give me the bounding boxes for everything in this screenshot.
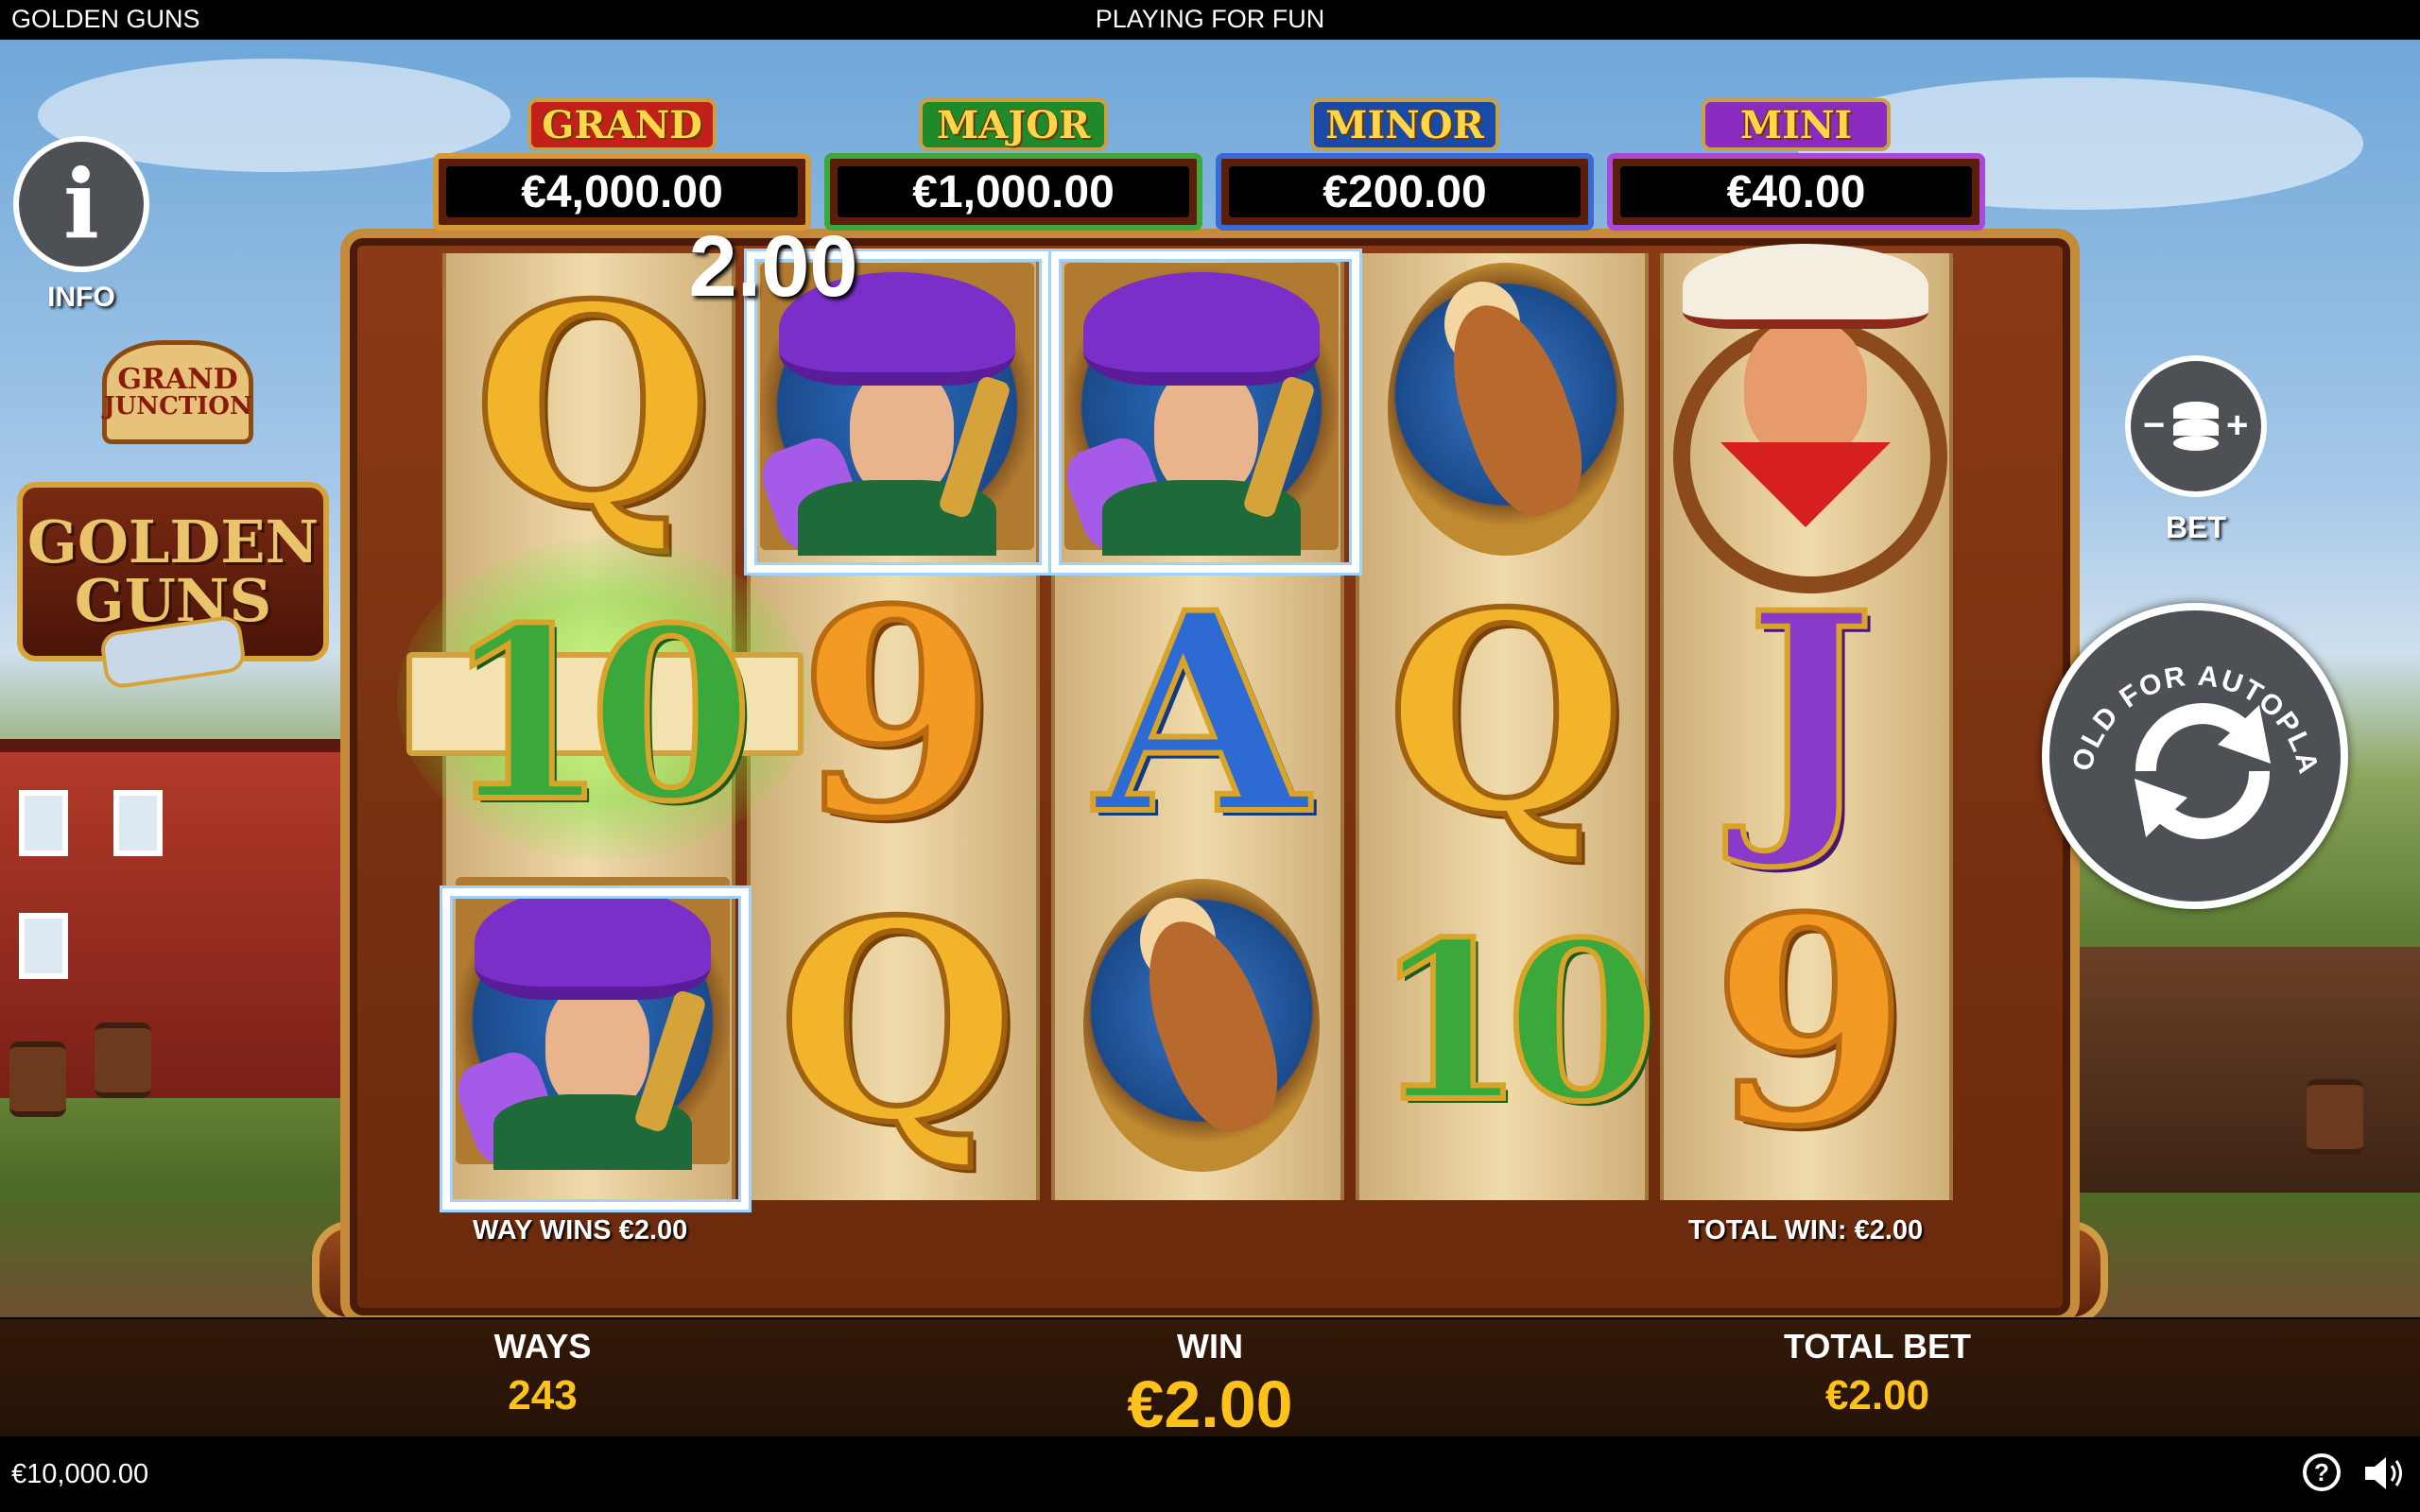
symbol-glyph: J [1742, 554, 1877, 875]
total-bet-label: TOTAL BET [1784, 1327, 1971, 1366]
symbol-9: 9 [1664, 869, 1957, 1176]
reel-5: J 9 [1660, 244, 1953, 1200]
help-icon[interactable]: ? [2303, 1453, 2341, 1491]
symbol-glyph: 10 [441, 576, 756, 853]
ways-display: WAYS 243 [448, 1327, 637, 1419]
symbol-glyph: Q [1384, 554, 1629, 875]
grand-junction-badge: GRAND JUNCTION [102, 340, 253, 444]
bet-label: BET [2166, 510, 2226, 544]
cowboy-hat [1683, 244, 1928, 329]
jackpot-label: MINI [1702, 98, 1891, 151]
top-bar: GOLDEN GUNS PLAYING FOR FUN [0, 0, 2420, 40]
jackpot-label: MINOR [1310, 98, 1499, 151]
bottom-bar: €10,000.00 ? [0, 1438, 2420, 1512]
jackpot-box: €200.00 [1216, 153, 1594, 231]
reel-win-amount: 2.00 [688, 218, 858, 315]
coins-stack-icon: − + [2143, 402, 2248, 451]
info-button[interactable]: i [13, 136, 149, 272]
barrel [2307, 1079, 2363, 1155]
svg-text:+: + [2226, 404, 2248, 446]
balance-value: €10,000.00 [11, 1459, 149, 1489]
jackpot-value: €1,000.00 [838, 166, 1189, 217]
barrel [9, 1041, 66, 1117]
building-window [113, 790, 163, 856]
symbol-glyph: Q [775, 862, 1020, 1183]
symbol-glyph: A [1092, 554, 1310, 875]
jackpot-mini: MINI €40.00 [1607, 98, 1985, 231]
symbol-glyph: 9 [1709, 855, 1912, 1189]
jackpot-label: GRAND [527, 98, 717, 151]
building-right [2061, 947, 2420, 1193]
symbol-10: 10 [1359, 869, 1660, 1176]
bottom-info-panel: WAYS 243 WIN €2.00 TOTAL BET €2.00 [0, 1319, 2420, 1441]
horse-portrait [1083, 879, 1320, 1172]
symbol-horse [1055, 869, 1348, 1176]
jackpot-value: €200.00 [1229, 166, 1581, 217]
play-mode-label: PLAYING FOR FUN [1095, 5, 1325, 33]
win-highlight-box [1051, 251, 1359, 573]
symbol-glyph: 9 [796, 547, 999, 881]
symbol-glyph: Q [471, 246, 716, 567]
svg-text:−: − [2143, 404, 2165, 446]
jackpot-major: MAJOR €1,000.00 [824, 98, 1202, 231]
symbol-10-highlighted: 10 [441, 561, 756, 868]
help-symbol: ? [2314, 1457, 2329, 1486]
ways-value: 243 [508, 1372, 578, 1418]
symbol-q: Q [1359, 561, 1652, 868]
spin-autoplay-button[interactable]: HOLD FOR AUTOPLAY [2042, 603, 2348, 909]
horse-portrait [1388, 263, 1624, 556]
jackpot-label: MAJOR [919, 98, 1108, 151]
logo-title: GUNS [74, 566, 272, 635]
total-bet-value: €2.00 [1824, 1372, 1930, 1418]
total-bet-display: TOTAL BET €2.00 [1736, 1327, 2019, 1419]
game-logo: GRAND JUNCTION GOLDEN GUNS [17, 340, 329, 718]
jackpot-box: €40.00 [1607, 153, 1985, 231]
symbol-q: Q [751, 869, 1044, 1176]
jackpot-value: €4,000.00 [446, 166, 798, 217]
symbol-horse [1359, 253, 1652, 559]
building-window [19, 913, 68, 979]
symbol-cowboy [1664, 244, 1957, 593]
jackpot-box: €1,000.00 [824, 153, 1202, 231]
sound-icon[interactable] [2361, 1452, 2407, 1495]
jackpot-grand: GRAND €4,000.00 [433, 98, 811, 231]
way-wins-text: WAY WINS €2.00 [473, 1215, 688, 1246]
bet-button[interactable]: − + [2125, 355, 2267, 497]
cowboy-face [1744, 319, 1867, 461]
win-value: €2.00 [1127, 1367, 1293, 1441]
win-display: WIN €2.00 [1068, 1327, 1352, 1442]
reel-4: Q 10 [1356, 253, 1660, 1200]
win-label: WIN [1177, 1327, 1243, 1366]
symbol-j: J [1664, 561, 1957, 868]
info-icon: i [63, 148, 99, 260]
symbol-a: A [1055, 561, 1348, 868]
spin-icon [2135, 703, 2271, 839]
logo-line: GRAND [117, 363, 238, 396]
total-win-text: TOTAL WIN: €2.00 [1688, 1215, 1924, 1246]
win-highlight-box [442, 888, 749, 1210]
info-label: INFO [47, 282, 115, 313]
ways-label: WAYS [493, 1327, 592, 1366]
logo-title: GOLDEN [26, 507, 320, 576]
barrel [95, 1022, 151, 1098]
building-window [19, 790, 68, 856]
jackpot-value: €40.00 [1620, 166, 1972, 217]
logo-line: JUNCTION [103, 392, 252, 421]
jackpot-minor: MINOR €200.00 [1216, 98, 1594, 231]
symbol-glyph: 10 [1371, 895, 1660, 1150]
